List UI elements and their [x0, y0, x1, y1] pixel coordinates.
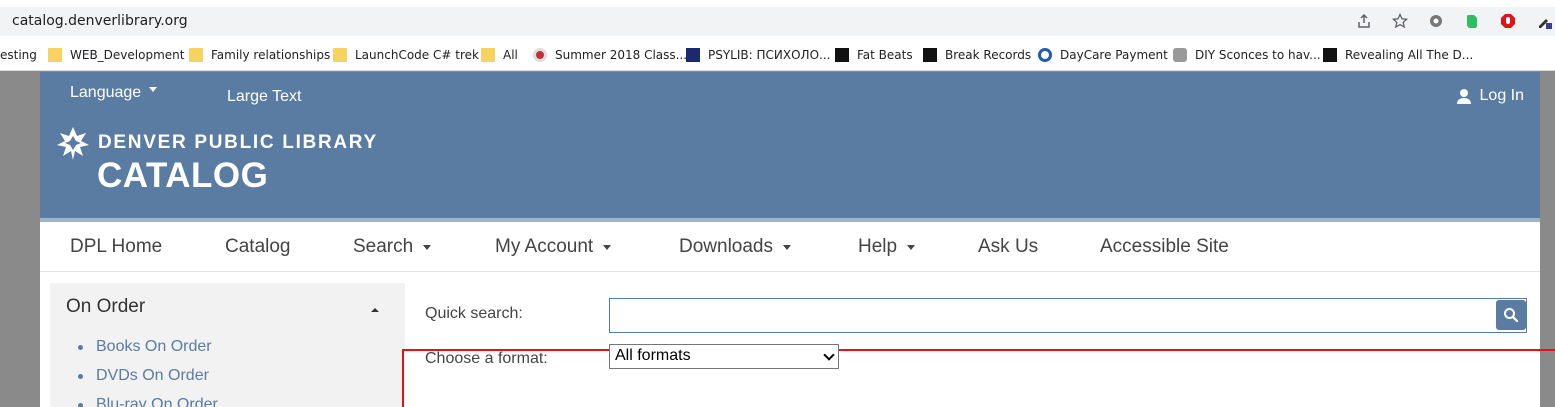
psylib-icon [686, 48, 700, 62]
quick-search-label: Quick search: [425, 305, 523, 322]
collapse-caret-icon[interactable] [371, 308, 379, 312]
sidebar-list: Books On Order DVDs On Order Blu-ray On … [78, 338, 218, 407]
folder-icon [189, 48, 203, 62]
bookmark-item[interactable]: DIY Sconces to hav... [1173, 46, 1321, 64]
highlight-box [402, 349, 1555, 407]
sun-gear-icon [1038, 48, 1052, 62]
site-header: Language Large Text Log In DENVER PUBLIC… [40, 72, 1540, 218]
fb-icon [835, 48, 849, 62]
bookmark-folder[interactable]: Family relationships [189, 46, 330, 64]
caret-down-icon [149, 87, 158, 93]
toolbar-icons [1339, 10, 1555, 32]
share-icon[interactable] [1353, 10, 1375, 32]
caret-down-icon [423, 244, 432, 250]
chevron-down-icon [823, 349, 835, 361]
adblock-icon[interactable] [1497, 10, 1519, 32]
search-icon [1504, 308, 1519, 323]
login-link[interactable]: Log In [1456, 87, 1524, 105]
large-text-link[interactable]: Large Text [227, 88, 301, 106]
url-text[interactable]: catalog.denverlibrary.org [12, 13, 188, 29]
folder-icon [481, 48, 495, 62]
search-button[interactable] [1496, 300, 1526, 330]
caret-down-icon [783, 244, 791, 250]
bookmark-item[interactable]: DayCare Payment [1038, 46, 1168, 64]
nav-dpl-home[interactable]: DPL Home [70, 236, 162, 258]
folder-icon [48, 48, 62, 62]
sidebar-title[interactable]: On Order [66, 296, 145, 318]
bookmarks-bar: esting WEB_Development Family relationsh… [0, 40, 1555, 71]
bookmark-item[interactable]: Revealing All The D... [1323, 46, 1473, 64]
browser-toolbar: catalog.denverlibrary.org [0, 0, 1555, 40]
user-icon [1456, 89, 1471, 104]
format-label: Choose a format: [425, 350, 548, 367]
bookmark-item[interactable]: PSYLIB: ПСИХОЛО... [686, 46, 830, 64]
library-logo-icon[interactable] [56, 126, 90, 160]
bookmark-folder[interactable]: All [481, 46, 518, 64]
sidebar-item-books[interactable]: Books On Order [78, 338, 218, 367]
nav-accessible-site[interactable]: Accessible Site [1100, 236, 1229, 258]
star-icon[interactable] [1389, 10, 1411, 32]
caret-down-icon [603, 244, 612, 250]
bookmark-item[interactable]: esting [0, 46, 37, 64]
evernote-icon[interactable] [1461, 10, 1483, 32]
nav-catalog[interactable]: Catalog [225, 236, 291, 258]
sidebar-item-dvds[interactable]: DVDs On Order [78, 367, 218, 396]
sidebar-on-order: On Order Books On Order DVDs On Order Bl… [50, 283, 405, 407]
bookmark-folder[interactable]: LaunchCode C# trek [333, 46, 479, 64]
nav-ask-us[interactable]: Ask Us [978, 236, 1038, 258]
eyedropper-icon[interactable] [1533, 10, 1555, 32]
bookmark-item[interactable]: Summer 2018 Class... [533, 46, 687, 64]
nav-help[interactable]: Help [858, 236, 916, 258]
format-select[interactable]: All formats [609, 344, 839, 369]
nav-downloads[interactable]: Downloads [679, 236, 791, 258]
fb-icon [923, 48, 937, 62]
address-bar[interactable] [0, 7, 1555, 36]
extension-gear-icon[interactable] [1425, 10, 1447, 32]
language-dropdown[interactable]: Language [70, 84, 158, 102]
folder-icon [333, 48, 347, 62]
nav-my-account[interactable]: My Account [495, 236, 612, 258]
bookmark-item[interactable]: Fat Beats [835, 46, 913, 64]
screen: catalog.denverlibrary.org esting WEB_Dev… [0, 0, 1555, 407]
bookmark-item[interactable]: Break Records [923, 46, 1031, 64]
site-logo-icon [1323, 48, 1337, 62]
bookmark-folder[interactable]: WEB_Development [48, 46, 184, 64]
nav-search[interactable]: Search [353, 236, 432, 258]
bow-icon [1173, 48, 1187, 62]
logo-catalog[interactable]: CATALOG [97, 156, 268, 196]
sidebar-item-bluray[interactable]: Blu-ray On Order [78, 396, 218, 407]
caret-down-icon [907, 244, 916, 250]
circle-logo-icon [533, 48, 547, 62]
main-nav: DPL Home Catalog Search My Account Downl… [40, 222, 1540, 272]
quick-search-input[interactable] [609, 298, 1527, 333]
logo-title[interactable]: DENVER PUBLIC LIBRARY [98, 132, 378, 154]
